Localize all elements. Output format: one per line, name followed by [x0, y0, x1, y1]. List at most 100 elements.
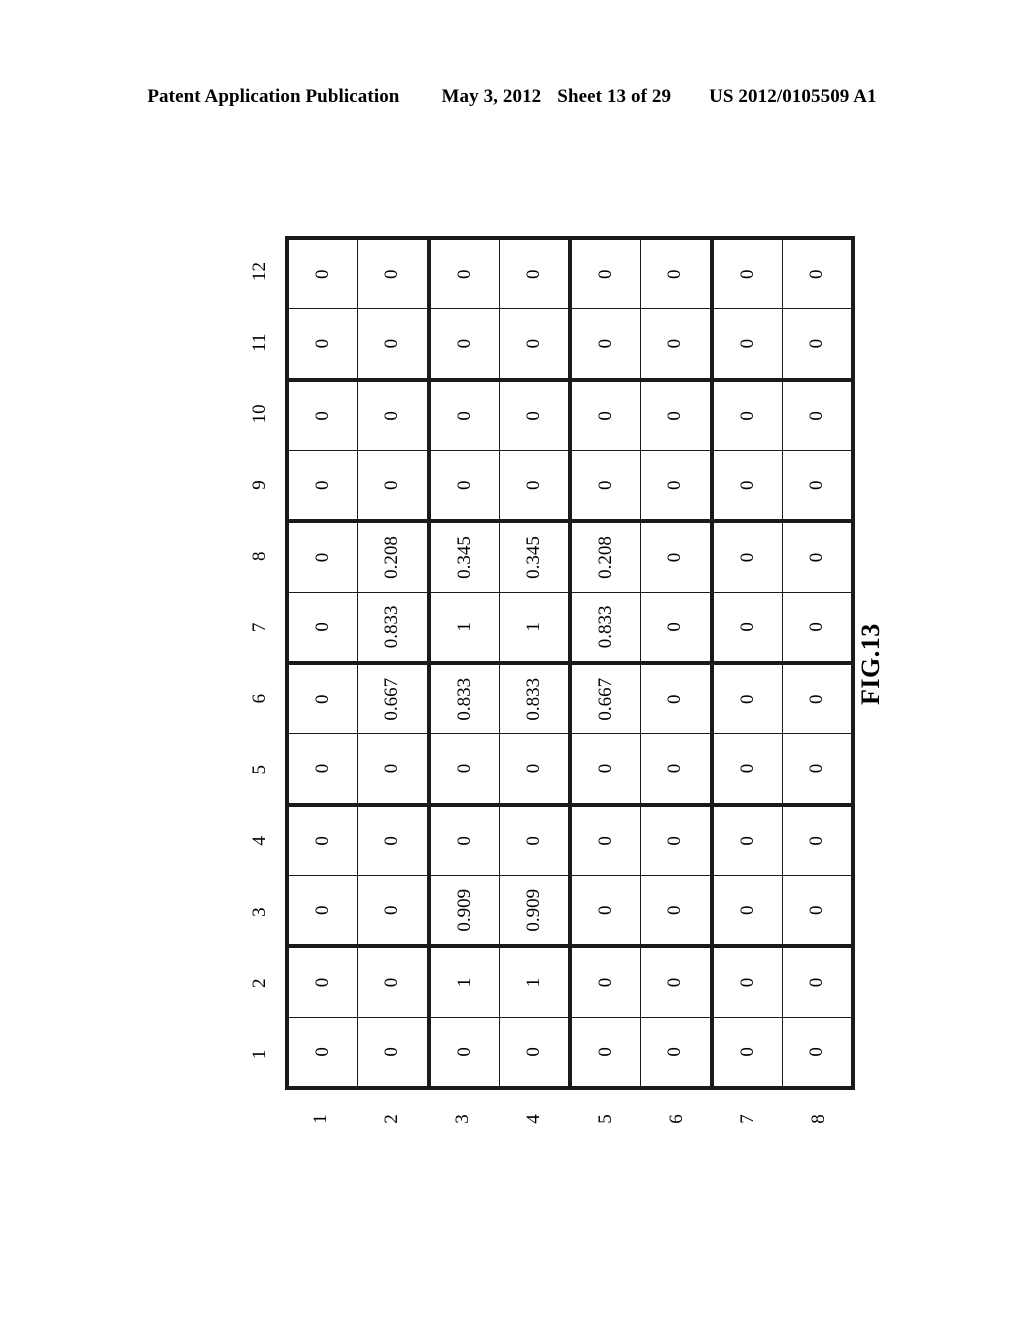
similarity-matrix-table: 0 0 0 0 0 0 0 0 0 0 0 0 0 0 0 0 0 0.667 0.833 0.208 0 0 0 0 0 1 0.…: [285, 236, 855, 1090]
matrix-cell-r3-c9: 0: [428, 450, 500, 522]
matrix-cell-r5-c12: 0: [570, 238, 641, 309]
matrix-cell-r8-c6: 0: [782, 663, 853, 734]
matrix-cell-r6-c4: 0: [640, 804, 712, 876]
matrix-column-header-8: 8: [249, 551, 270, 561]
matrix-cell-r5-c3: 0: [570, 875, 641, 947]
matrix-cell-r3-c12: 0: [428, 238, 500, 309]
matrix-cell-r3-c11: 0: [428, 308, 500, 380]
table-row: 0 0 0 0 0 0.667 0.833 0.208 0 0 0 0: [570, 238, 641, 1088]
matrix-cell-r7-c1: 0: [711, 1017, 783, 1088]
matrix-cell-r2-c8: 0.208: [357, 521, 429, 593]
matrix-cell-r4-c7: 1: [499, 592, 570, 664]
matrix-column-header-4: 4: [249, 836, 270, 846]
matrix-cell-r3-c4: 0: [428, 804, 500, 876]
matrix-column-header-6: 6: [249, 693, 270, 704]
matrix-cell-r2-c12: 0: [357, 238, 429, 309]
matrix-cell-r7-c6: 0: [711, 663, 783, 734]
matrix-cell-r1-c11: 0: [287, 308, 358, 380]
matrix-row-header-6: 6: [665, 1114, 687, 1124]
matrix-cell-r3-c3: 0.909: [428, 875, 500, 947]
matrix-cell-r2-c1: 0: [357, 1017, 429, 1088]
matrix-cell-r2-c9: 0: [357, 450, 429, 522]
matrix-cell-r3-c10: 0: [428, 379, 500, 451]
figure-caption: FIG.13: [856, 623, 885, 705]
matrix-cell-r3-c6: 0.833: [428, 663, 500, 734]
matrix-cell-r7-c2: 0: [711, 946, 783, 1018]
matrix-cell-r8-c5: 0: [782, 733, 853, 805]
matrix-cell-r8-c10: 0: [782, 379, 853, 451]
matrix-cell-r5-c4: 0: [570, 804, 641, 876]
matrix-cell-r4-c9: 0: [499, 450, 570, 522]
matrix-cell-r3-c5: 0: [428, 733, 500, 805]
matrix-cell-r8-c11: 0: [782, 308, 853, 380]
table-row: 0 1 0.909 0 0 0.833 1 0.345 0 0 0 0: [499, 238, 570, 1088]
matrix-cell-r8-c12: 0: [782, 238, 853, 309]
matrix-cell-r2-c7: 0.833: [357, 592, 429, 664]
matrix-row-header-5: 5: [594, 1114, 616, 1124]
matrix-cell-r4-c2: 1: [499, 946, 570, 1018]
matrix-cell-r6-c9: 0: [640, 450, 712, 522]
matrix-cell-r7-c5: 0: [711, 733, 783, 805]
matrix-cell-r1-c6: 0: [287, 663, 358, 734]
matrix-cell-r8-c4: 0: [782, 804, 853, 876]
matrix-column-header-12: 12: [249, 262, 270, 282]
matrix-column-header-row: 1 2 3 4 5 6 7 8 9 10 11 12: [243, 236, 277, 1090]
matrix-cell-r8-c2: 0: [782, 946, 853, 1018]
matrix-column-header-7: 7: [249, 622, 270, 633]
matrix-cell-r5-c7: 0.833: [570, 592, 641, 664]
matrix-cell-r5-c8: 0.208: [570, 521, 641, 593]
matrix-column-header-2: 2: [249, 978, 270, 989]
matrix-cell-r7-c3: 0: [711, 875, 783, 947]
matrix-cell-r1-c7: 0: [287, 592, 358, 664]
matrix-cell-r6-c2: 0: [640, 946, 712, 1018]
matrix-column-header-10: 10: [249, 404, 270, 424]
matrix-cell-r4-c1: 0: [499, 1017, 570, 1088]
table-row: 000000000000: [640, 238, 712, 1088]
matrix-cell-r5-c6: 0.667: [570, 663, 641, 734]
rotated-figure-stage: 1 2 3 4 5 6 7 8 9 10 11 12 0 0 0 0 0 0 0 0 0 0 0 0 0 0 0 0 0 0.667 0.…: [243, 236, 855, 1124]
matrix-cell-r7-c8: 0: [711, 521, 783, 593]
matrix-column-header-3: 3: [249, 907, 270, 917]
matrix-cell-r6-c7: 0: [640, 592, 712, 664]
matrix-cell-r4-c6: 0.833: [499, 663, 570, 734]
matrix-cell-r8-c1: 0: [782, 1017, 853, 1088]
matrix-cell-r5-c1: 0: [570, 1017, 641, 1088]
matrix-cell-r6-c5: 0: [640, 733, 712, 805]
matrix-cell-r2-c5: 0: [357, 733, 429, 805]
matrix-cell-r1-c8: 0: [287, 521, 358, 593]
matrix-cell-r6-c3: 0: [640, 875, 712, 947]
matrix-cell-r4-c3: 0.909: [499, 875, 570, 947]
matrix-cell-r5-c5: 0: [570, 733, 641, 805]
matrix-row-header-2: 2: [380, 1114, 402, 1124]
matrix-cell-r8-c7: 0: [782, 592, 853, 664]
matrix-body: 0 0 0 0 0 0 0 0 0 0 0 0 0 0 0 0 0 0.667 0.833 0.208 0 0 0 0 0 1 0.…: [287, 238, 853, 1088]
matrix-cell-r5-c11: 0: [570, 308, 641, 380]
matrix-cell-r6-c11: 0: [640, 308, 712, 380]
matrix-cell-r6-c8: 0: [640, 521, 712, 593]
matrix-cell-r7-c9: 0: [711, 450, 783, 522]
matrix-row-header-7: 7: [737, 1114, 759, 1124]
matrix-row-header-4: 4: [523, 1114, 545, 1124]
matrix-cell-r1-c5: 0: [287, 733, 358, 805]
matrix-cell-r7-c10: 0: [711, 379, 783, 451]
matrix-cell-r6-c6: 0: [640, 663, 712, 734]
matrix-cell-r3-c8: 0.345: [428, 521, 500, 593]
table-row: 000000000000: [711, 238, 783, 1088]
table-row: 0 1 0.909 0 0 0.833 1 0.345 0 0 0 0: [428, 238, 500, 1088]
figure-area: 1 2 3 4 5 6 7 8 9 10 11 12 0 0 0 0 0 0 0 0 0 0 0 0 0 0 0 0 0 0.667 0.…: [0, 0, 1024, 1320]
matrix-cell-r6-c10: 0: [640, 379, 712, 451]
matrix-cell-r4-c8: 0.345: [499, 521, 570, 593]
matrix-cell-r2-c4: 0: [357, 804, 429, 876]
matrix-cell-r1-c10: 0: [287, 379, 358, 451]
matrix-column-header-9: 9: [249, 480, 270, 490]
matrix-column-header-1: 1: [249, 1049, 270, 1060]
matrix-cell-r2-c11: 0: [357, 308, 429, 380]
matrix-cell-r8-c3: 0: [782, 875, 853, 947]
table-row: 000000000000: [782, 238, 853, 1088]
matrix-cell-r4-c4: 0: [499, 804, 570, 876]
matrix-cell-r3-c1: 0: [428, 1017, 500, 1088]
matrix-cell-r1-c4: 0: [287, 804, 358, 876]
matrix-cell-r5-c9: 0: [570, 450, 641, 522]
matrix-cell-r2-c6: 0.667: [357, 663, 429, 734]
matrix-cell-r4-c11: 0: [499, 308, 570, 380]
